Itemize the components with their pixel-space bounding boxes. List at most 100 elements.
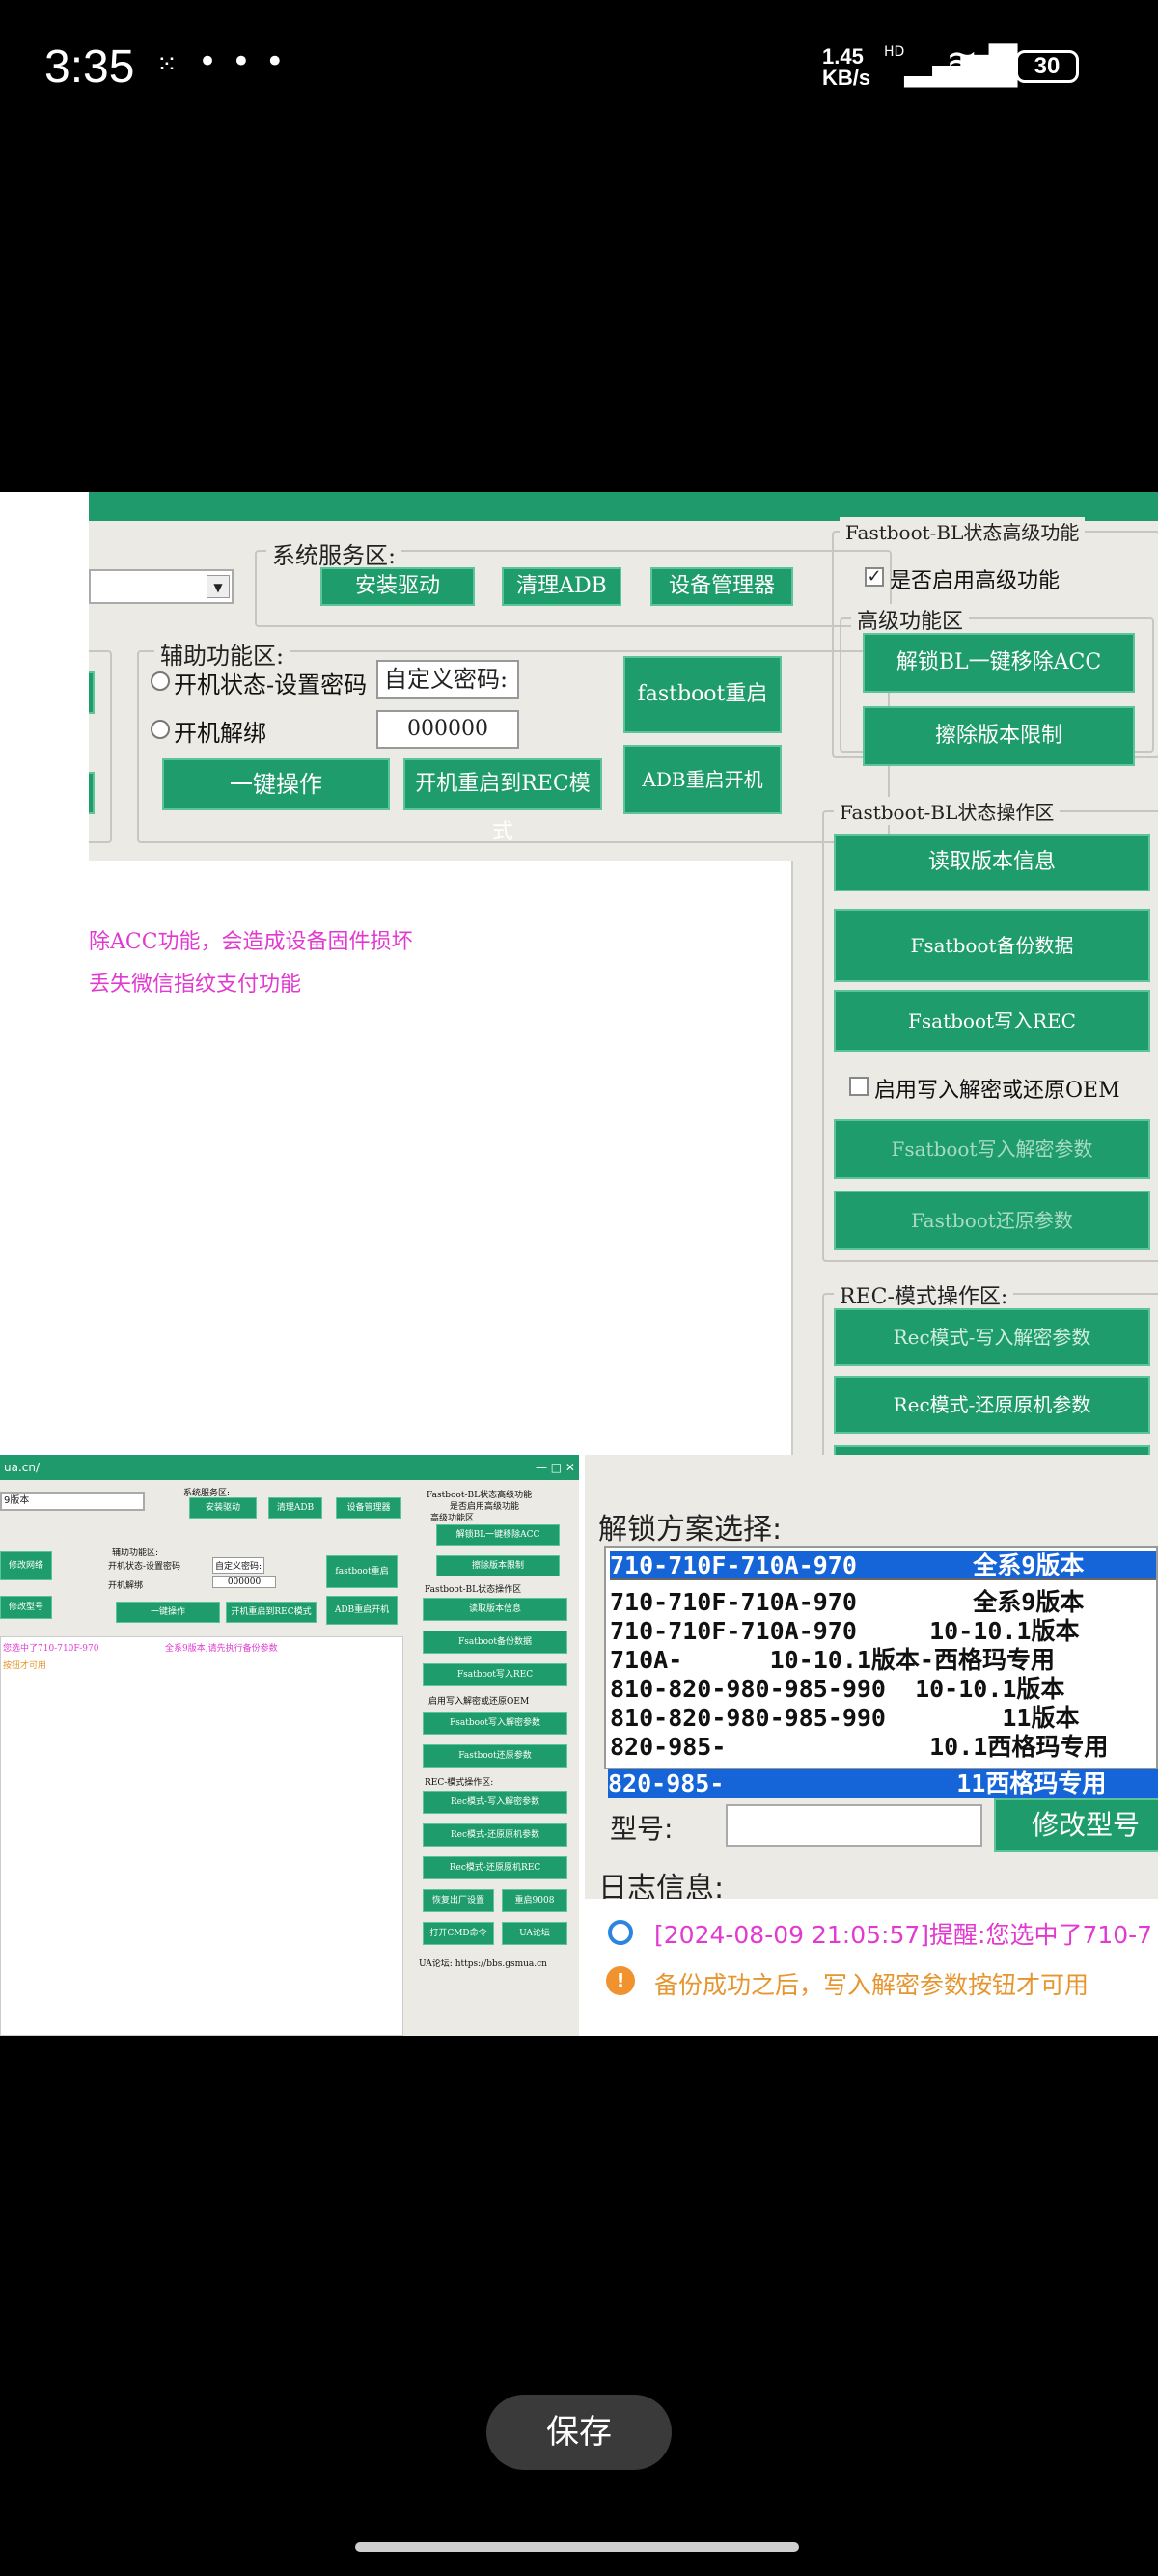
- left-group-edge: [89, 650, 112, 843]
- read-version-button[interactable]: 读取版本信息: [423, 1598, 567, 1621]
- erase-version-limit-button[interactable]: 擦除版本限制: [863, 706, 1135, 766]
- log-area: 您选中了710-710F-970 全系9版本,请先执行备份参数 按钮才可用: [0, 1636, 403, 2036]
- open-cmd-button[interactable]: 打开CMD命令: [423, 1922, 494, 1945]
- enable-advanced-checkbox[interactable]: ✓: [865, 567, 884, 587]
- photo-content: ▼ 系统服务区: 安装驱动 清理ADB 设备管理器 辅助功能区: 开机状态-设置…: [0, 492, 1158, 2036]
- log-area: 除ACC功能，会造成设备固件损坏 丢失微信指纹支付功能: [89, 861, 793, 1457]
- group-title: REC-模式操作区:: [834, 1279, 1014, 1310]
- password-input[interactable]: 000000: [212, 1576, 276, 1588]
- factory-reset-button[interactable]: 恢复出厂设置: [423, 1889, 494, 1912]
- unlock-scheme-dropdown[interactable]: 710-710F-710A-970 全系9版本 710-710F-710A-97…: [604, 1546, 1158, 1769]
- forum-button[interactable]: UA论坛: [502, 1922, 567, 1945]
- backup-data-button[interactable]: Fsatboot备份数据: [834, 909, 1150, 982]
- unlock-bl-remove-acc-button[interactable]: 解锁BL一键移除ACC: [863, 633, 1135, 693]
- unlock-scheme-zoom: 解锁方案选择: 710-710F-710A-970 全系9版本 710-710F…: [585, 1455, 1158, 2036]
- clear-adb-button[interactable]: 清理ADB: [268, 1497, 322, 1519]
- model-label: 型号:: [610, 1813, 674, 1845]
- radio-label: 开机解绑: [174, 720, 266, 747]
- password-input[interactable]: 000000: [376, 710, 519, 749]
- write-decrypt-params-button[interactable]: Fsatboot写入解密参数: [834, 1119, 1150, 1179]
- radio-boot-password[interactable]: [151, 671, 170, 691]
- save-button[interactable]: 保存: [486, 2395, 672, 2470]
- log-line: [2024-08-09 21:05:57]提醒:您选中了710-7: [654, 1921, 1153, 1949]
- modify-network-button[interactable]: 修改网络: [0, 1551, 52, 1580]
- clear-adb-button[interactable]: 清理ADB: [502, 567, 621, 606]
- restore-button[interactable]: Fastboot还原参数: [423, 1744, 567, 1768]
- rec-restore-rec-button[interactable]: Rec模式-还原原机REC: [423, 1856, 567, 1879]
- modify-model-button[interactable]: 修改型号: [0, 1596, 52, 1619]
- rec-restore-params-button[interactable]: Rec模式-还原原机参数: [834, 1376, 1150, 1434]
- rec-write-button[interactable]: Rec模式-写入解密参数: [423, 1791, 567, 1814]
- dropdown-option[interactable]: 710-710F-710A-970 全系9版本: [610, 1588, 1156, 1617]
- home-indicator[interactable]: [355, 2542, 799, 2552]
- one-click-button[interactable]: 一键操作: [162, 758, 390, 810]
- reboot-rec-button[interactable]: 开机重启到REC模式: [226, 1602, 317, 1623]
- status-bar: 3:35 ⁙ • • • 1.45 KB/s HD▂▄▆█ ≋ 30: [0, 0, 1158, 135]
- modify-model-button[interactable]: 修改型号: [994, 1798, 1158, 1852]
- device-manager-button[interactable]: 设备管理器: [336, 1497, 401, 1519]
- device-manager-button[interactable]: 设备管理器: [650, 567, 793, 606]
- forum-url[interactable]: UA论坛: https://bbs.gsmua.cn: [419, 1957, 547, 1969]
- backup-data-button[interactable]: Fsatboot备份数据: [423, 1631, 567, 1654]
- write-decrypt-button[interactable]: Fsatboot写入解密参数: [423, 1712, 567, 1735]
- erase-limit-button[interactable]: 擦除版本限制: [436, 1555, 560, 1576]
- rec-restore-button[interactable]: Rec模式-还原原机参数: [423, 1823, 567, 1847]
- log-line: 全系9版本,请先执行备份参数: [165, 1644, 278, 1654]
- group-title: Fastboot-BL状态操作区: [425, 1585, 522, 1595]
- tool-window-full: ua.cn/— □ ✕ 9版本 系统服务区: 安装驱动 清理ADB 设备管理器 …: [0, 1455, 579, 2036]
- group-title: 辅助功能区:: [112, 1548, 159, 1558]
- log-line: 按钮才可用: [3, 1661, 47, 1671]
- checkbox-label: 是否启用高级功能: [890, 569, 1061, 593]
- radio-label: 开机解绑: [108, 1581, 144, 1591]
- fastboot-restart-button[interactable]: fastboot重启: [623, 656, 782, 733]
- rec-write-decrypt-button[interactable]: Rec模式-写入解密参数: [834, 1308, 1150, 1366]
- model-input[interactable]: [726, 1804, 982, 1847]
- model-combo[interactable]: ▼: [89, 569, 234, 604]
- wifi-icon: ≋: [946, 41, 979, 85]
- reboot-rec-button[interactable]: 开机重启到REC模式: [403, 758, 602, 844]
- reboot-edl-button[interactable]: 重启9008: [502, 1889, 567, 1912]
- adb-restart-button[interactable]: ADB重启开机: [326, 1596, 398, 1625]
- more-notifications-icon: • • •: [198, 42, 287, 81]
- unlock-bl-button[interactable]: 解锁BL一键移除ACC: [436, 1524, 560, 1546]
- custom-password-label: 自定义密码:: [376, 660, 519, 699]
- dropdown-option-highlighted[interactable]: 820-985- 11西格玛专用: [608, 1769, 1158, 1798]
- window-controls-icon[interactable]: — □ ✕: [536, 1455, 575, 1480]
- log-area: [2024-08-09 21:05:57]提醒:您选中了710-7 ! 备份成功…: [585, 1899, 1158, 2036]
- clock: 3:35: [44, 41, 135, 93]
- group-title: 系统服务区:: [266, 536, 402, 570]
- radio-label: 开机状态-设置密码: [174, 671, 368, 699]
- log-line: 丢失微信指纹支付功能: [89, 973, 302, 997]
- dropdown-option[interactable]: 710-710F-710A-970 10-10.1版本: [610, 1617, 1156, 1646]
- window-titlebar: ua.cn/ — □ ✕: [0, 1455, 579, 1480]
- log-line: 除ACC功能，会造成设备固件损坏: [89, 930, 413, 954]
- checkbox-label: 启用写入解密或还原OEM: [874, 1079, 1120, 1103]
- dropdown-option[interactable]: 810-820-980-985-990 11版本: [610, 1704, 1156, 1733]
- group-title: REC-模式操作区:: [425, 1778, 494, 1788]
- write-rec-button[interactable]: Fsatboot写入REC: [834, 990, 1150, 1052]
- enable-write-checkbox[interactable]: [849, 1077, 868, 1096]
- fastboot-restart-button[interactable]: fastboot重启: [326, 1555, 398, 1588]
- group-title: Fastboot-BL状态操作区: [834, 797, 1061, 825]
- one-click-button[interactable]: 一键操作: [116, 1602, 220, 1623]
- model-combo[interactable]: 9版本: [0, 1492, 145, 1511]
- notification-icon: ⁙: [156, 50, 178, 79]
- checkbox-label: 启用写入解密或还原OEM: [428, 1697, 530, 1707]
- install-driver-button[interactable]: 安装驱动: [320, 567, 475, 606]
- dropdown-option[interactable]: 810-820-980-985-990 10-10.1版本: [610, 1675, 1156, 1704]
- warning-icon: !: [606, 1966, 635, 1995]
- write-rec-button[interactable]: Fsatboot写入REC: [423, 1663, 567, 1686]
- read-version-button[interactable]: 读取版本信息: [834, 834, 1150, 891]
- chevron-down-icon[interactable]: ▼: [207, 575, 230, 598]
- group-title: Fastboot-BL状态高级功能: [840, 517, 1086, 545]
- restore-params-button[interactable]: Fastboot还原参数: [834, 1191, 1150, 1250]
- dropdown-selected[interactable]: 710-710F-710A-970 全系9版本: [610, 1551, 1156, 1580]
- adb-restart-button[interactable]: ADB重启开机: [623, 745, 782, 814]
- log-line: 您选中了710-710F-970: [3, 1644, 99, 1654]
- dropdown-option[interactable]: 710A- 10-10.1版本-西格玛专用: [610, 1646, 1156, 1675]
- radio-unbind[interactable]: [151, 720, 170, 739]
- group-title: 高级功能区: [430, 1514, 475, 1523]
- install-driver-button[interactable]: 安装驱动: [189, 1497, 257, 1519]
- dropdown-option[interactable]: 820-985- 10.1西格玛专用: [610, 1733, 1156, 1762]
- network-speed-unit: KB/s: [822, 66, 871, 90]
